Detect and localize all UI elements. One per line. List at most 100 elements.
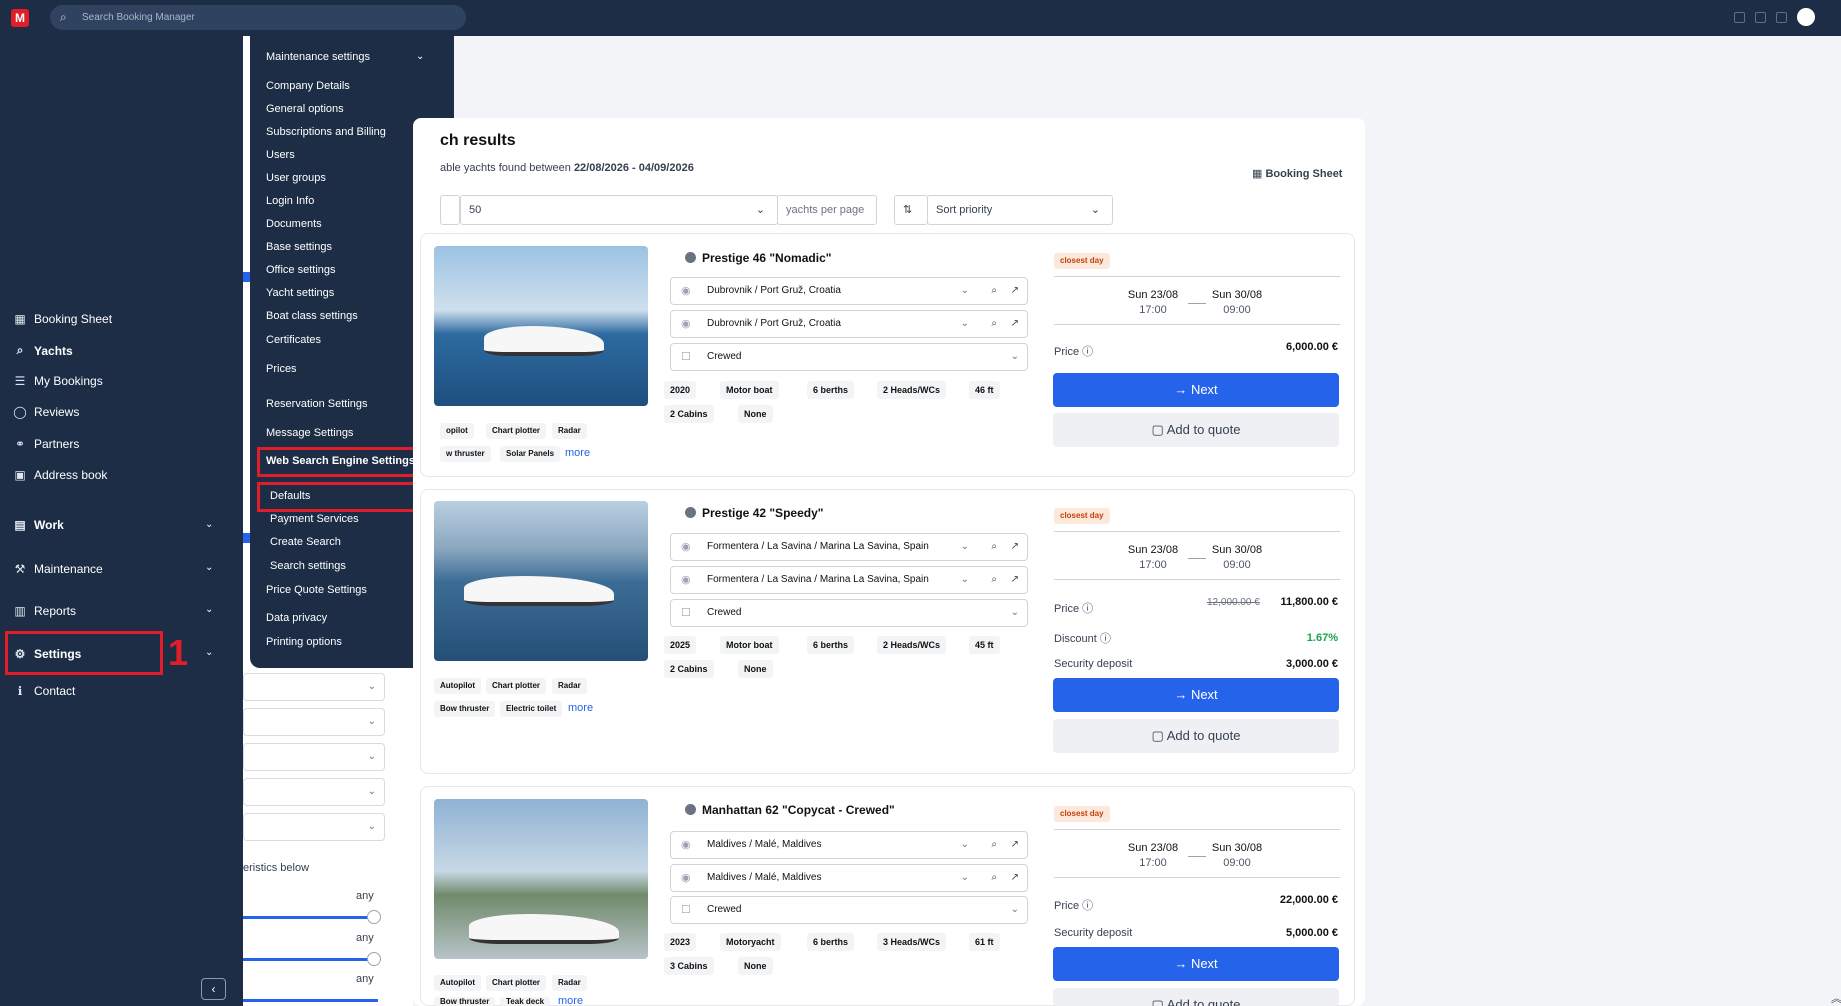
bag-icon[interactable] — [1776, 11, 1787, 23]
divider — [1054, 276, 1340, 277]
search-icon[interactable]: ⌕ — [991, 311, 997, 337]
crew-select[interactable]: ☐ Crewed ⌄ — [670, 599, 1028, 627]
sidebar-item-address-book[interactable]: ▣ Address book — [12, 468, 107, 482]
search-icon[interactable]: ⌕ — [991, 567, 997, 593]
filter-select[interactable]: ⌄ — [243, 743, 385, 771]
menu-item-users[interactable]: Users — [266, 149, 295, 161]
sort-select[interactable]: Sort priority ⌄ — [927, 195, 1113, 225]
more-features-link[interactable]: more — [565, 447, 590, 459]
filter-select[interactable]: ⌄ — [243, 673, 385, 701]
menu-item-base-settings[interactable]: Base settings — [266, 241, 332, 253]
chevron-down-icon[interactable]: ⌄ — [416, 51, 424, 62]
menu-item-maintenance-settings[interactable]: Maintenance settings — [266, 51, 370, 63]
yacht-title[interactable]: Prestige 46 "Nomadic" — [685, 251, 831, 265]
menu-item-boat-class-settings[interactable]: Boat class settings — [266, 310, 358, 322]
external-link-icon[interactable]: ↗ — [1011, 278, 1019, 304]
menu-item-office-settings[interactable]: Office settings — [266, 264, 336, 276]
external-link-icon[interactable]: ↗ — [1011, 567, 1019, 593]
yacht-title[interactable]: Prestige 42 "Speedy" — [685, 506, 823, 520]
avatar[interactable] — [1797, 8, 1815, 26]
sidebar-group-work[interactable]: ▤ Work — [12, 518, 63, 532]
sidebar-item-my-bookings[interactable]: ☰ My Bookings — [12, 374, 103, 388]
slider-handle[interactable] — [367, 910, 381, 924]
yacht-photo[interactable] — [434, 246, 648, 406]
external-link-icon[interactable]: ↗ — [1011, 832, 1019, 858]
scroll-top-button[interactable]: ︽ — [1831, 990, 1841, 1006]
arrival-base-field[interactable]: ◉ Dubrovnik / Port Gruž, Croatia ⌄ ⌕ ↗ — [670, 310, 1028, 338]
yacht-photo[interactable] — [434, 501, 648, 661]
add-to-quote-button[interactable]: ▢ Add to quote — [1053, 413, 1339, 447]
add-to-quote-button[interactable]: ▢ Add to quote — [1053, 988, 1339, 1006]
sidebar-group-reports[interactable]: ▥ Reports — [12, 604, 76, 618]
chevron-down-icon[interactable]: ⌄ — [205, 519, 213, 530]
search-icon[interactable]: ⌕ — [991, 832, 997, 858]
sidebar-item-partners[interactable]: ⚭ Partners — [12, 437, 79, 451]
chevron-down-icon[interactable]: ⌄ — [205, 604, 213, 615]
gear-icon[interactable] — [1755, 11, 1766, 23]
menu-item-general-options[interactable]: General options — [266, 103, 344, 115]
slider-track[interactable] — [243, 916, 378, 919]
info-icon[interactable]: ⓘ — [1082, 603, 1093, 615]
slider-track[interactable] — [243, 958, 378, 961]
app-logo[interactable]: M — [11, 9, 29, 27]
search-icon[interactable]: ⌕ — [991, 278, 997, 304]
menu-item-reservation-settings[interactable]: Reservation Settings — [266, 398, 368, 410]
info-icon[interactable]: ⓘ — [1082, 346, 1093, 358]
external-link-icon[interactable]: ↗ — [1011, 534, 1019, 560]
crew-select[interactable]: ☐ Crewed ⌄ — [670, 896, 1028, 924]
sidebar-item-reviews[interactable]: ◯ Reviews — [12, 405, 79, 419]
per-page-select[interactable]: 50 ⌄ — [460, 195, 778, 225]
next-button[interactable]: → Next — [1053, 678, 1339, 712]
menu-item-payment-services[interactable]: Payment Services — [270, 513, 359, 525]
chevron-down-icon[interactable]: ⌄ — [205, 647, 213, 658]
sidebar-group-maintenance[interactable]: ⚒ Maintenance — [12, 562, 103, 576]
arrival-base-field[interactable]: ◉ Maldives / Malé, Maldives ⌄ ⌕ ↗ — [670, 864, 1028, 892]
yacht-photo[interactable] — [434, 799, 648, 959]
search-icon[interactable]: ⌕ — [991, 534, 997, 560]
menu-item-search-settings[interactable]: Search settings — [270, 560, 346, 572]
menu-item-company-details[interactable]: Company Details — [266, 80, 350, 92]
search-input[interactable]: ⌕ Search Booking Manager — [50, 5, 466, 30]
calendar-icon[interactable] — [1734, 11, 1745, 23]
menu-item-prices[interactable]: Prices — [266, 363, 297, 375]
next-button[interactable]: → Next — [1053, 373, 1339, 407]
menu-item-user-groups[interactable]: User groups — [266, 172, 326, 184]
arrival-base-field[interactable]: ◉ Formentera / La Savina / Marina La Savi… — [670, 566, 1028, 594]
more-features-link[interactable]: more — [568, 702, 593, 714]
departure-base-field[interactable]: ◉ Dubrovnik / Port Gruž, Croatia ⌄ ⌕ ↗ — [670, 277, 1028, 305]
info-icon[interactable]: ⓘ — [1082, 900, 1093, 912]
slider-track[interactable] — [243, 999, 378, 1002]
yacht-title[interactable]: Manhattan 62 "Copycat - Crewed" — [685, 803, 895, 817]
sidebar-item-booking-sheet[interactable]: ▦ Booking Sheet — [12, 312, 112, 326]
menu-item-documents[interactable]: Documents — [266, 218, 322, 230]
menu-item-subscriptions[interactable]: Subscriptions and Billing — [266, 126, 386, 138]
sort-direction-button[interactable]: ⇅ — [894, 195, 928, 225]
filter-select[interactable]: ⌄ — [243, 813, 385, 841]
add-to-quote-button[interactable]: ▢ Add to quote — [1053, 719, 1339, 753]
menu-item-certificates[interactable]: Certificates — [266, 334, 321, 346]
slider-handle[interactable] — [367, 952, 381, 966]
departure-base-field[interactable]: ◉ Formentera / La Savina / Marina La Savi… — [670, 533, 1028, 561]
external-link-icon[interactable]: ↗ — [1011, 865, 1019, 891]
chevron-down-icon[interactable]: ⌄ — [205, 562, 213, 573]
menu-item-create-search[interactable]: Create Search — [270, 536, 341, 548]
crew-select[interactable]: ☐ Crewed ⌄ — [670, 343, 1028, 371]
more-features-link[interactable]: more — [558, 995, 583, 1006]
departure-base-field[interactable]: ◉ Maldives / Malé, Maldives ⌄ ⌕ ↗ — [670, 831, 1028, 859]
sidebar-item-yachts[interactable]: ⌕ Yachts — [12, 343, 73, 358]
menu-item-message-settings[interactable]: Message Settings — [266, 427, 353, 439]
sidebar-item-contact[interactable]: ℹ Contact — [12, 684, 76, 698]
menu-item-data-privacy[interactable]: Data privacy — [266, 612, 327, 624]
menu-item-price-quote-settings[interactable]: Price Quote Settings — [266, 584, 367, 596]
search-icon[interactable]: ⌕ — [991, 865, 997, 891]
info-icon[interactable]: ⓘ — [1100, 633, 1111, 645]
menu-item-printing-options[interactable]: Printing options — [266, 636, 342, 648]
menu-item-login-info[interactable]: Login Info — [266, 195, 314, 207]
collapse-sidebar-button[interactable]: ‹ — [201, 978, 226, 1000]
filter-select[interactable]: ⌄ — [243, 778, 385, 806]
filter-select[interactable]: ⌄ — [243, 708, 385, 736]
booking-sheet-link[interactable]: ▦ Booking Sheet — [1252, 167, 1342, 180]
external-link-icon[interactable]: ↗ — [1011, 311, 1019, 337]
next-button[interactable]: → Next — [1053, 947, 1339, 981]
menu-item-yacht-settings[interactable]: Yacht settings — [266, 287, 334, 299]
